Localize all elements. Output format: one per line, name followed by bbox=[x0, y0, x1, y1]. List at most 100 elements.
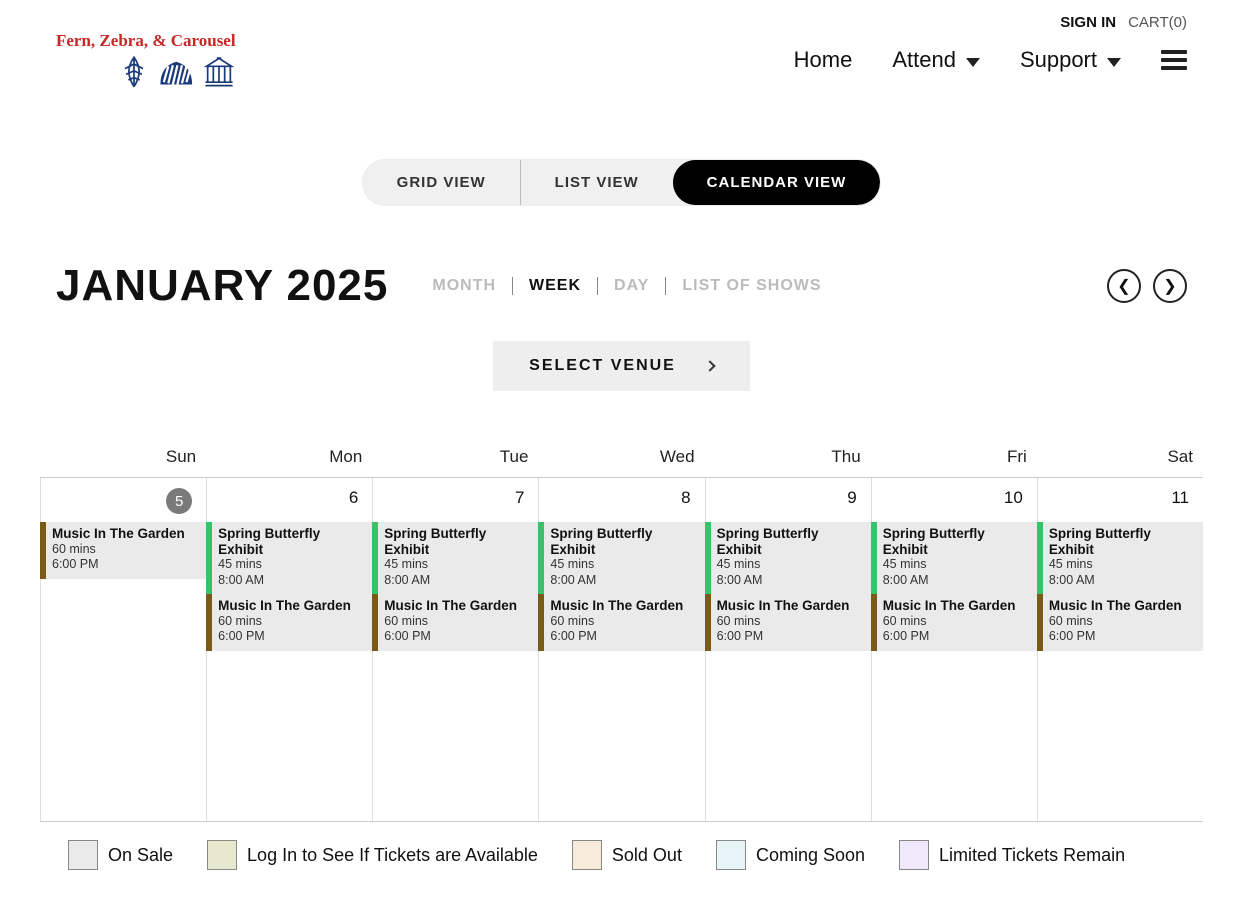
next-week-button[interactable]: ❯ bbox=[1153, 269, 1187, 303]
brand-icons bbox=[56, 55, 236, 89]
event-block[interactable]: Music In The Garden60 mins6:00 PM bbox=[705, 594, 871, 651]
event-cell: Music In The Garden60 mins6:00 PM bbox=[206, 594, 372, 651]
event-time: 6:00 PM bbox=[52, 557, 200, 573]
tab-grid-view[interactable]: GRID VIEW bbox=[363, 160, 520, 205]
event-duration: 45 mins bbox=[1049, 557, 1197, 573]
event-title: Spring Butterfly Exhibit bbox=[384, 526, 532, 557]
fern-icon bbox=[117, 55, 151, 89]
calendar-body-cell bbox=[372, 651, 538, 821]
nav-home[interactable]: Home bbox=[794, 47, 853, 73]
event-block[interactable]: Music In The Garden60 mins6:00 PM bbox=[538, 594, 704, 651]
nav-attend[interactable]: Attend bbox=[892, 47, 980, 73]
event-time: 6:00 PM bbox=[384, 629, 532, 645]
brand-text: Fern, Zebra, & Carousel bbox=[56, 31, 236, 50]
select-venue-button[interactable]: SELECT VENUE bbox=[493, 341, 750, 391]
hamburger-menu-icon[interactable] bbox=[1161, 46, 1187, 74]
caret-down-icon bbox=[1107, 58, 1121, 67]
tab-calendar-view[interactable]: CALENDAR VIEW bbox=[673, 160, 881, 205]
event-title: Spring Butterfly Exhibit bbox=[717, 526, 865, 557]
range-day[interactable]: DAY bbox=[600, 277, 663, 295]
event-cell: Spring Butterfly Exhibit45 mins8:00 AM bbox=[538, 522, 704, 594]
calendar-body-cell bbox=[206, 651, 372, 821]
view-tabs: GRID VIEW LIST VIEW CALENDAR VIEW bbox=[362, 159, 882, 206]
sign-in-link[interactable]: SIGN IN bbox=[1060, 14, 1116, 31]
event-title: Spring Butterfly Exhibit bbox=[550, 526, 698, 557]
event-duration: 60 mins bbox=[218, 614, 366, 630]
range-month[interactable]: MONTH bbox=[418, 277, 510, 295]
event-cell: Spring Butterfly Exhibit45 mins8:00 AM bbox=[206, 522, 372, 594]
event-block[interactable]: Music In The Garden60 mins6:00 PM bbox=[206, 594, 372, 651]
event-duration: 45 mins bbox=[384, 557, 532, 573]
event-time: 8:00 AM bbox=[550, 573, 698, 589]
day-name: Tue bbox=[372, 441, 538, 477]
event-title: Music In The Garden bbox=[384, 598, 532, 614]
nav-support[interactable]: Support bbox=[1020, 47, 1121, 73]
event-duration: 45 mins bbox=[717, 557, 865, 573]
event-cell: Spring Butterfly Exhibit45 mins8:00 AM bbox=[1037, 522, 1203, 594]
event-cell: Music In The Garden60 mins6:00 PM bbox=[538, 594, 704, 651]
legend: On Sale Log In to See If Tickets are Ava… bbox=[0, 822, 1243, 900]
calendar-body-cell bbox=[40, 651, 206, 821]
event-time: 6:00 PM bbox=[717, 629, 865, 645]
event-block[interactable]: Music In The Garden60 mins6:00 PM bbox=[871, 594, 1037, 651]
event-block[interactable]: Spring Butterfly Exhibit45 mins8:00 AM bbox=[1037, 522, 1203, 594]
event-block[interactable]: Music In The Garden60 mins6:00 PM bbox=[1037, 594, 1203, 651]
event-block[interactable]: Spring Butterfly Exhibit45 mins8:00 AM bbox=[871, 522, 1037, 594]
event-block[interactable]: Spring Butterfly Exhibit45 mins8:00 AM bbox=[206, 522, 372, 594]
event-block[interactable]: Music In The Garden60 mins6:00 PM bbox=[40, 522, 206, 579]
event-block[interactable]: Spring Butterfly Exhibit45 mins8:00 AM bbox=[538, 522, 704, 594]
date-cell[interactable]: 7 bbox=[372, 478, 538, 522]
date-cell[interactable]: 11 bbox=[1037, 478, 1203, 522]
tab-list-view[interactable]: LIST VIEW bbox=[520, 160, 673, 205]
chevron-right-icon: ❯ bbox=[1163, 276, 1176, 296]
date-cell[interactable]: 5 bbox=[40, 478, 206, 522]
event-cell: Music In The Garden60 mins6:00 PM bbox=[40, 522, 206, 594]
carousel-icon bbox=[202, 55, 236, 89]
event-block[interactable]: Spring Butterfly Exhibit45 mins8:00 AM bbox=[705, 522, 871, 594]
event-cell: Spring Butterfly Exhibit45 mins8:00 AM bbox=[372, 522, 538, 594]
calendar-body-cell bbox=[871, 651, 1037, 821]
select-venue-label: SELECT VENUE bbox=[529, 357, 676, 375]
date-cell[interactable]: 9 bbox=[705, 478, 871, 522]
prev-week-button[interactable]: ❮ bbox=[1107, 269, 1141, 303]
event-cell bbox=[40, 594, 206, 651]
date-cell[interactable]: 10 bbox=[871, 478, 1037, 522]
cart-link[interactable]: CART(0) bbox=[1128, 14, 1187, 31]
event-cell: Spring Butterfly Exhibit45 mins8:00 AM bbox=[871, 522, 1037, 594]
range-list-of-shows[interactable]: LIST OF SHOWS bbox=[668, 277, 835, 295]
date-cell[interactable]: 8 bbox=[538, 478, 704, 522]
event-title: Spring Butterfly Exhibit bbox=[218, 526, 366, 557]
range-week[interactable]: WEEK bbox=[515, 277, 595, 295]
event-title: Music In The Garden bbox=[550, 598, 698, 614]
chevron-left-icon: ❮ bbox=[1117, 276, 1130, 296]
event-duration: 60 mins bbox=[717, 614, 865, 630]
brand-logo[interactable]: Fern, Zebra, & Carousel bbox=[56, 31, 236, 89]
event-title: Music In The Garden bbox=[52, 526, 200, 542]
event-duration: 45 mins bbox=[218, 557, 366, 573]
event-title: Spring Butterfly Exhibit bbox=[1049, 526, 1197, 557]
event-title: Music In The Garden bbox=[717, 598, 865, 614]
date-cell[interactable]: 6 bbox=[206, 478, 372, 522]
event-duration: 45 mins bbox=[550, 557, 698, 573]
day-name: Sat bbox=[1037, 441, 1203, 477]
event-title: Music In The Garden bbox=[1049, 598, 1197, 614]
calendar-grid: SunMonTueWedThuFriSat 567891011 Music In… bbox=[40, 441, 1203, 822]
event-title: Music In The Garden bbox=[218, 598, 366, 614]
event-cell: Music In The Garden60 mins6:00 PM bbox=[1037, 594, 1203, 651]
event-duration: 60 mins bbox=[384, 614, 532, 630]
event-time: 8:00 AM bbox=[883, 573, 1031, 589]
event-time: 6:00 PM bbox=[883, 629, 1031, 645]
event-duration: 60 mins bbox=[883, 614, 1031, 630]
nav-support-label: Support bbox=[1020, 47, 1097, 73]
day-name: Fri bbox=[871, 441, 1037, 477]
event-block[interactable]: Spring Butterfly Exhibit45 mins8:00 AM bbox=[372, 522, 538, 594]
event-time: 8:00 AM bbox=[1049, 573, 1197, 589]
calendar-body-cell bbox=[1037, 651, 1203, 821]
event-time: 6:00 PM bbox=[218, 629, 366, 645]
event-title: Spring Butterfly Exhibit bbox=[883, 526, 1031, 557]
event-block[interactable]: Music In The Garden60 mins6:00 PM bbox=[372, 594, 538, 651]
calendar-body-cell bbox=[705, 651, 871, 821]
event-cell: Spring Butterfly Exhibit45 mins8:00 AM bbox=[705, 522, 871, 594]
event-time: 6:00 PM bbox=[550, 629, 698, 645]
event-cell: Music In The Garden60 mins6:00 PM bbox=[705, 594, 871, 651]
